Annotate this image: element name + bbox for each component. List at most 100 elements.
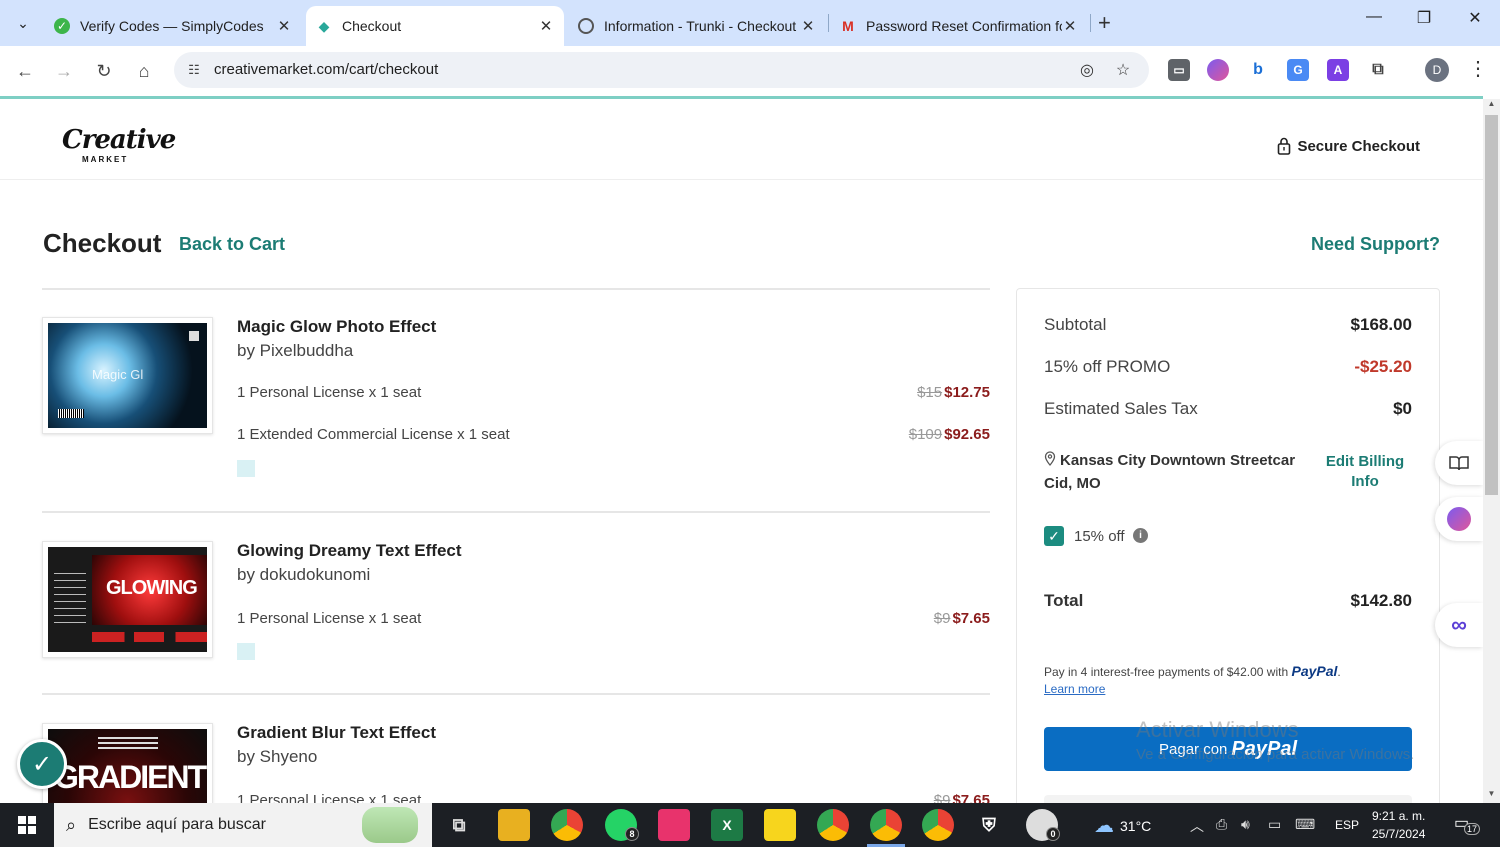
device-icon[interactable]: ⎙ [1216,816,1227,833]
eye-off-icon[interactable]: ◎ [1076,60,1098,80]
volume-icon[interactable]: 🔊︎ [1241,816,1250,833]
back-icon[interactable]: ← [12,58,38,84]
thumbnail-text: Magic Gl [92,367,144,382]
url-text[interactable]: creativemarket.com/cart/checkout [214,61,438,78]
lock-icon [1278,137,1291,155]
forward-icon[interactable]: → [51,58,77,84]
taskbar-search-placeholder: Escribe aquí para buscar [88,816,266,833]
cart-item: Magic Gl Magic Glow Photo Effect by Pixe… [42,317,990,487]
reader-mode-icon[interactable] [1435,441,1483,485]
chrome-active-icon[interactable] [870,809,902,841]
infinity-icon[interactable]: ∞ [1435,603,1483,647]
cart-item: GRADIENT Gradient Blur Text Effect by Sh… [42,723,990,803]
learn-more-link[interactable]: Learn more [1044,682,1105,696]
tab-checkout[interactable]: ◆ Checkout ✕ [306,6,564,46]
location-pin-icon [1044,451,1056,466]
clock-time: 9:21 a. m. [1372,809,1426,823]
taskbar-search-box[interactable]: ⌕ Escribe aquí para buscar [54,803,432,847]
app-with-badge-icon[interactable]: 0 [1026,809,1060,841]
next-payment-option[interactable] [1044,795,1412,803]
product-author[interactable]: by Shyeno [237,747,317,767]
chrome-second-profile-icon[interactable] [922,809,954,841]
whatsapp-badge: 8 [625,827,639,841]
new-tab-button[interactable]: + [1098,10,1111,36]
bookmark-star-icon[interactable]: ☆ [1112,60,1134,80]
close-tab-icon[interactable]: ✕ [800,17,816,35]
minimize-icon[interactable]: — [1351,8,1397,26]
chrome-icon[interactable] [551,809,583,841]
product-title[interactable]: Gradient Blur Text Effect [237,723,436,743]
password-manager-icon[interactable]: ▭ [1168,59,1190,81]
system-clock[interactable]: 9:21 a. m. 25/7/2024 [1372,807,1425,843]
sticky-notes-icon[interactable] [764,809,796,841]
chevron-up-icon[interactable]: ︿ [1190,816,1204,836]
file-explorer-icon[interactable] [498,809,530,841]
ai-extension-icon[interactable] [1207,59,1229,81]
language-indicator[interactable]: ESP [1335,818,1359,832]
ai-assistant-icon[interactable] [1435,497,1483,541]
product-title[interactable]: Glowing Dreamy Text Effect [237,541,462,561]
browser-menu-icon[interactable]: ⋮ [1468,56,1488,81]
home-icon[interactable]: ⌂ [131,58,157,84]
creative-market-logo[interactable]: Creative MARKET [62,125,176,164]
excel-icon[interactable]: X [711,809,743,841]
address-bar[interactable]: ☷ creativemarket.com/cart/checkout ◎ ☆ [174,52,1149,88]
whatsapp-icon[interactable]: 8 [605,809,639,841]
close-tab-icon[interactable]: ✕ [538,17,554,35]
reload-icon[interactable]: ↻ [91,58,117,84]
bing-icon[interactable]: b [1247,59,1269,81]
robot-app-icon[interactable] [658,809,690,841]
info-icon[interactable]: i [1133,528,1148,543]
font-extension-icon[interactable]: A [1327,59,1349,81]
security-shield-icon[interactable]: ⛨ [973,809,1005,841]
product-author[interactable]: by dokudokunomi [237,565,370,585]
restore-icon[interactable]: ❐ [1401,8,1447,28]
weather-widget[interactable]: ☁ 31°C [1094,813,1151,838]
back-to-cart-link[interactable]: Back to Cart [179,234,285,255]
tab-simplycodes[interactable]: ✓ Verify Codes — SimplyCodes ✕ [44,6,302,46]
keyboard-icon[interactable]: ⌨ [1295,816,1315,833]
license-label: 1 Extended Commercial License x 1 seat [237,426,510,443]
promo-checkbox[interactable]: ✓ [1044,526,1064,546]
scroll-up-arrow-icon[interactable]: ▲ [1483,99,1500,113]
page-scrollbar[interactable]: ▲ ▼ [1483,99,1500,803]
rewards-badge-icon[interactable]: ✓ [17,739,67,789]
translate-icon[interactable]: G [1287,59,1309,81]
original-price: $9 [933,610,951,627]
tab-gmail[interactable]: M Password Reset Confirmation fo ✕ [830,6,1088,46]
license-label: 1 Personal License x 1 seat [237,610,422,627]
product-author[interactable]: by Pixelbuddha [237,341,353,361]
tab-trunki[interactable]: Information - Trunki - Checkout ✕ [568,6,826,46]
close-window-icon[interactable]: ✕ [1452,8,1498,28]
site-info-icon[interactable]: ☷ [184,60,204,80]
profile-avatar[interactable]: D [1425,58,1449,82]
license-price: $9 $7.65 [934,792,990,803]
edit-billing-link[interactable]: Edit Billing Info [1317,452,1413,492]
close-tab-icon[interactable]: ✕ [1062,17,1078,35]
scroll-thumb[interactable] [1485,115,1498,495]
chrome-profile-icon[interactable] [817,809,849,841]
product-thumbnail[interactable]: GLOWING [42,541,213,658]
logo-word: Creative [62,125,176,155]
extensions-puzzle-icon[interactable]: ⧉ [1367,59,1389,81]
product-thumbnail[interactable]: Magic Gl [42,317,213,434]
windows-start-icon[interactable] [0,803,54,847]
task-view-icon[interactable]: ⧉ [443,809,475,841]
close-tab-icon[interactable]: ✕ [276,17,292,35]
notification-center-icon[interactable]: ▭ 17 [1454,813,1481,835]
temperature: 31°C [1120,817,1152,834]
product-thumbnail[interactable]: GRADIENT [42,723,213,803]
license-price: $9 $7.65 [934,610,990,627]
product-title[interactable]: Magic Glow Photo Effect [237,317,436,337]
windows-taskbar: ⌕ Escribe aquí para buscar ⧉ 8 X ⛨ 0 ☁ 3… [0,803,1500,847]
address-line-1: Kansas City Downtown Streetcar [1060,452,1296,469]
tab-search-button[interactable]: ⌄ [8,8,38,38]
license-label: 1 Personal License x 1 seat [237,384,422,401]
book-icon [1449,456,1469,471]
need-support-link[interactable]: Need Support? [1311,234,1440,255]
network-icon[interactable]: ▭ [1268,816,1281,833]
product-image: Magic Gl [48,323,207,428]
site-header: Creative MARKET Secure Checkout [0,99,1483,180]
original-price: $109 [908,426,943,443]
scroll-down-arrow-icon[interactable]: ▼ [1483,789,1500,803]
